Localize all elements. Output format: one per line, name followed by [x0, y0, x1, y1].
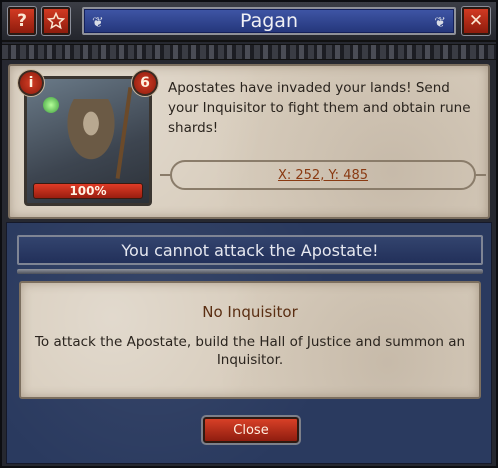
title-bar: ? ❦ Pagan ❦ ✕	[2, 2, 496, 42]
health-value: 100%	[69, 184, 107, 198]
dialog-window: ? ❦ Pagan ❦ ✕ 100% i 6 Apostates have in…	[0, 0, 498, 468]
monster-info-panel: 100% i 6 Apostates have invaded your lan…	[8, 64, 490, 219]
coordinates-frame: X: 252, Y: 485	[160, 160, 486, 190]
coordinates-link[interactable]: X: 252, Y: 485	[278, 168, 368, 183]
close-icon: ✕	[468, 11, 484, 31]
help-button[interactable]: ?	[7, 6, 37, 36]
monster-description: Apostates have invaded your lands! Send …	[168, 80, 471, 136]
attack-section: You cannot attack the Apostate! No Inqui…	[6, 222, 492, 464]
close-button[interactable]: Close	[201, 415, 301, 445]
attack-banner: You cannot attack the Apostate!	[17, 235, 483, 265]
griffin-ornament-right-icon: ❦	[434, 15, 446, 31]
title-plate: ❦ Pagan ❦	[82, 7, 456, 35]
window-title: Pagan	[240, 10, 298, 32]
info-icon: i	[28, 75, 34, 91]
magic-orb-icon	[43, 97, 59, 113]
chain-divider	[2, 44, 496, 60]
apostate-figure-icon	[61, 99, 121, 169]
attack-banner-text: You cannot attack the Apostate!	[121, 240, 379, 260]
help-icon: ?	[17, 11, 27, 31]
close-window-button[interactable]: ✕	[461, 6, 491, 36]
close-button-label: Close	[233, 422, 269, 438]
reason-body: To attack the Apostate, build the Hall o…	[34, 334, 466, 368]
monster-portrait: 100%	[24, 76, 152, 206]
favorite-button[interactable]	[41, 6, 71, 36]
banner-underline	[17, 269, 483, 274]
reason-panel: No Inquisitor To attack the Apostate, bu…	[19, 281, 481, 399]
info-button[interactable]: i	[17, 69, 45, 97]
level-badge: 6	[131, 69, 159, 97]
griffin-ornament-left-icon: ❦	[92, 15, 104, 31]
health-bar: 100%	[33, 183, 143, 199]
level-value: 6	[140, 75, 150, 91]
star-icon	[47, 12, 65, 30]
reason-title: No Inquisitor	[202, 303, 298, 321]
